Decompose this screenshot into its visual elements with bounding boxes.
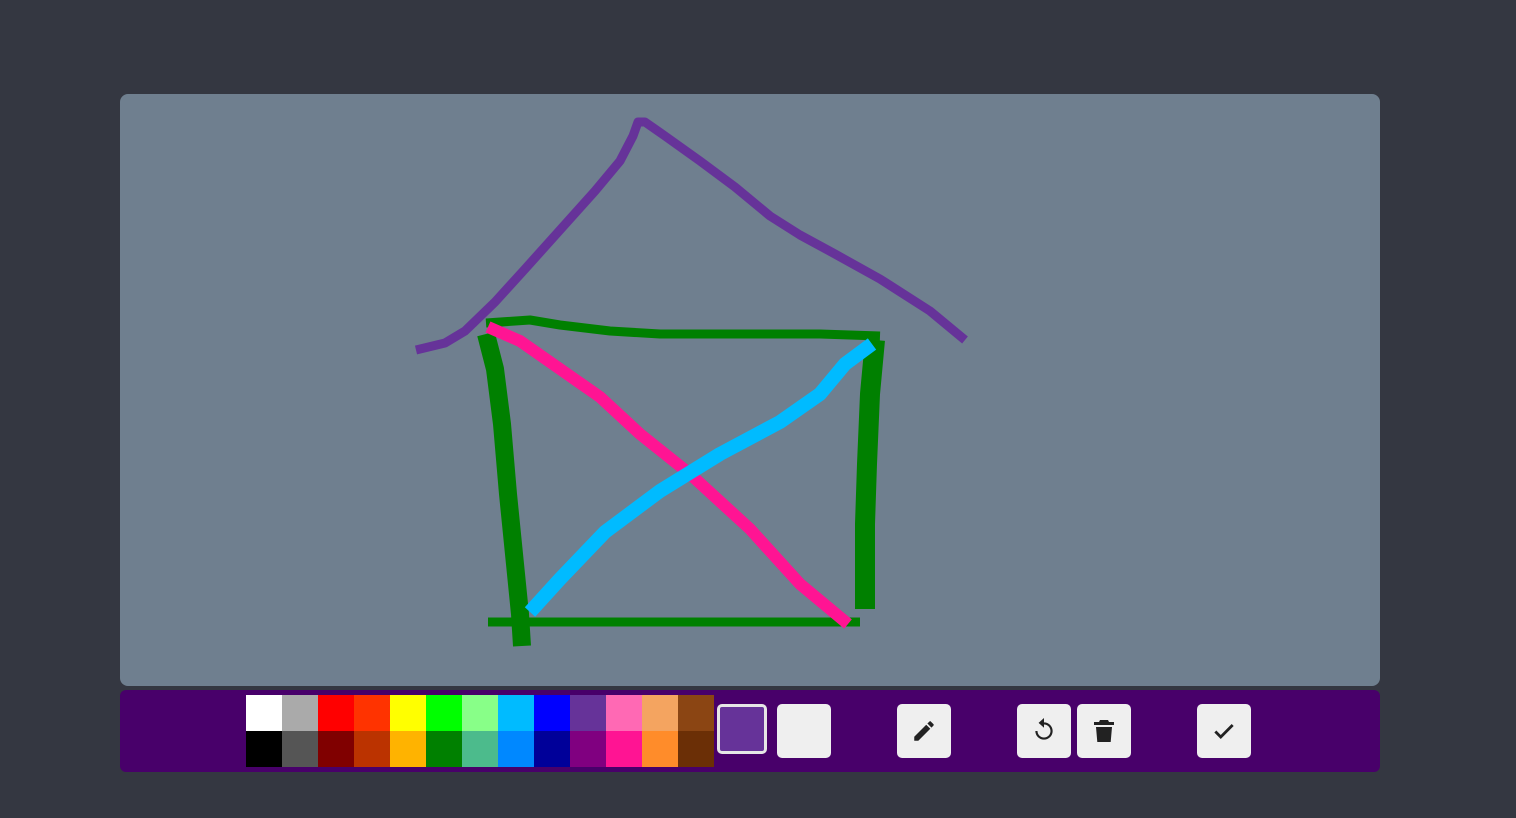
palette-swatch[interactable] <box>678 695 714 731</box>
current-color-swatch[interactable] <box>717 704 767 754</box>
palette-swatch[interactable] <box>534 731 570 767</box>
palette-swatch[interactable] <box>318 731 354 767</box>
palette-swatch[interactable] <box>462 695 498 731</box>
palette-swatch[interactable] <box>534 695 570 731</box>
palette-swatch[interactable] <box>606 731 642 767</box>
palette-swatch[interactable] <box>426 695 462 731</box>
palette-swatch[interactable] <box>462 731 498 767</box>
roof-stroke <box>414 117 968 355</box>
palette-swatch[interactable] <box>354 695 390 731</box>
palette-swatch[interactable] <box>282 731 318 767</box>
done-button[interactable] <box>1197 704 1251 758</box>
pencil-button[interactable] <box>897 704 951 758</box>
drawing-canvas[interactable] <box>120 94 1380 686</box>
palette-swatch[interactable] <box>426 731 462 767</box>
palette-swatch[interactable] <box>282 695 318 731</box>
palette-swatch[interactable] <box>642 731 678 767</box>
palette-swatch[interactable] <box>498 731 534 767</box>
toolbar <box>120 690 1380 772</box>
palette-swatch[interactable] <box>642 695 678 731</box>
trash-icon <box>1094 720 1114 742</box>
check-icon <box>1214 724 1234 739</box>
color-palette <box>246 695 714 767</box>
palette-swatch[interactable] <box>570 695 606 731</box>
palette-swatch[interactable] <box>318 695 354 731</box>
clear-button[interactable] <box>1077 704 1131 758</box>
undo-button[interactable] <box>1017 704 1071 758</box>
pencil-icon <box>914 721 934 741</box>
palette-swatch[interactable] <box>246 695 282 731</box>
wall-right-stroke <box>855 339 885 609</box>
palette-swatch[interactable] <box>678 731 714 767</box>
palette-swatch[interactable] <box>498 695 534 731</box>
palette-swatch[interactable] <box>390 695 426 731</box>
drawing-svg <box>414 117 968 647</box>
palette-swatch[interactable] <box>606 695 642 731</box>
palette-swatch[interactable] <box>390 731 426 767</box>
undo-icon <box>1035 718 1053 740</box>
palette-swatch[interactable] <box>570 731 606 767</box>
ceiling-stroke <box>485 315 881 341</box>
diagonal-pink-stroke <box>485 321 852 629</box>
palette-swatch[interactable] <box>246 731 282 767</box>
background-color-swatch[interactable] <box>777 704 831 758</box>
palette-swatch[interactable] <box>354 731 390 767</box>
wall-left-stroke <box>477 331 531 647</box>
